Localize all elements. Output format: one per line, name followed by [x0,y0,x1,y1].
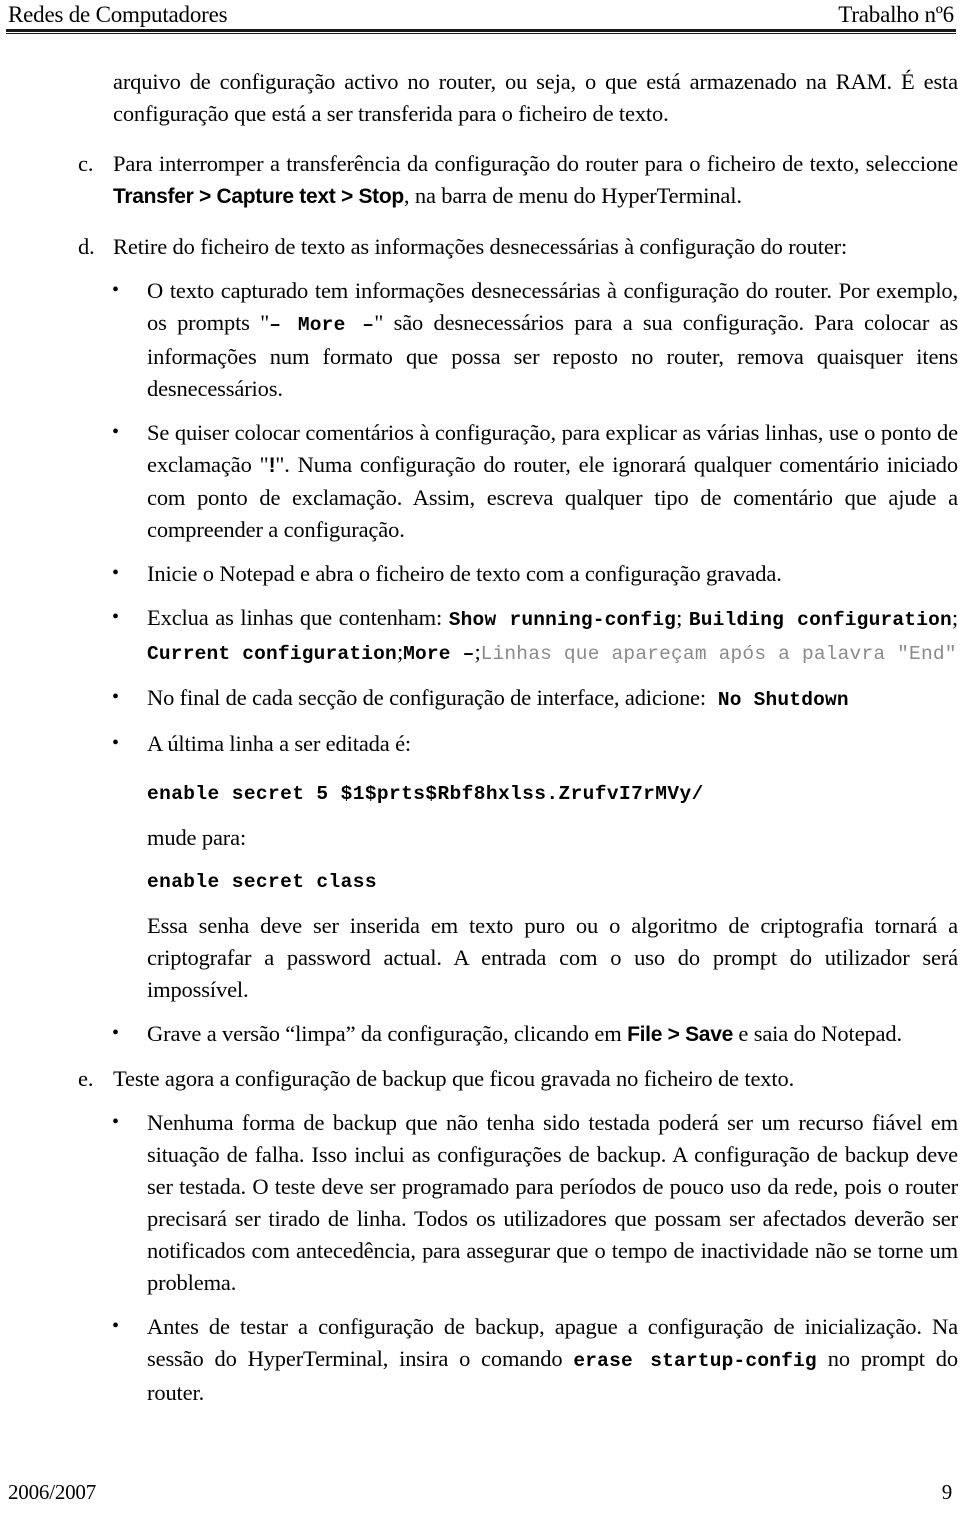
bullet-glyph-icon: • [112,421,119,443]
password-plaintext-note: Essa senha deve ser inserida em texto pu… [147,913,958,1002]
header-divider-rule [6,29,956,34]
document-page: Redes de Computadores Trabalho nº6 arqui… [0,0,960,1517]
bullet-glyph-icon: • [112,606,119,628]
page-footer: 2006/2007 9 [8,1480,952,1505]
menu-path-file-save: File > Save [627,1023,733,1046]
bullet-8-text: Nenhuma forma de backup que não tenha si… [147,1110,958,1295]
bullet-7-part1: Grave a versão “limpa” da configuração, … [147,1021,628,1046]
document-body: arquivo de configuração activo no router… [0,66,960,1409]
code-lines-after-end: Linhas que apareçam após a palavra "End" [480,643,957,665]
bullet-glyph-icon: • [112,1022,119,1044]
bullet-item-save-clean-version: • Grave a versão “limpa” da configuração,… [0,1018,960,1051]
bullet-glyph-icon: • [112,1315,119,1337]
list-item-d: d. Retire do ficheiro de texto as informa… [0,231,960,263]
bullet-item-backup-testing: • Nenhuma forma de backup que não tenha s… [0,1107,960,1299]
bullet-glyph-icon: • [112,732,119,754]
bullet-4-sep-1: ; [676,605,689,630]
bullet-glyph-icon: • [112,686,119,708]
page-header: Redes de Computadores Trabalho nº6 [8,2,954,32]
item-d-text: Retire do ficheiro de texto as informaçõ… [113,234,848,259]
continuation-paragraph: arquivo de configuração activo no router… [113,69,958,126]
bullet-item-comments: • Se quiser colocar comentários à configu… [0,417,960,546]
list-item-e: e. Teste agora a configuração de backup q… [0,1063,960,1095]
bullet-glyph-icon: • [112,1111,119,1133]
item-c-text-before: Para interromper a transferência da conf… [113,151,958,176]
bullet-4-sep-2: ; [951,605,959,630]
code-no-shutdown: No Shutdown [705,689,849,711]
code-enable-secret-hashed: enable secret 5 $1$prts$Rbf8hxlss.ZrufvI… [147,783,704,805]
code-erase-startup-config: erase startup-config [573,1350,817,1372]
bullet-item-last-line-edit: • A última linha a ser editada é: [0,728,960,760]
list-item-c: c. Para interromper a transferência da co… [0,148,960,213]
code-show-running-config: Show running-config [448,609,677,631]
footer-academic-year: 2006/2007 [8,1480,97,1504]
change-to-label: mude para: [147,825,247,850]
bullet-4-lead: Exclua as linhas que contenham: [147,605,449,630]
item-e-text: Teste agora a configuração de backup que… [113,1066,795,1091]
code-enable-secret-class: enable secret class [147,871,377,893]
bullet-glyph-icon: • [112,562,119,584]
bullet-item-no-shutdown: • No final de cada secção de configuração… [0,682,960,716]
bullet-item-remove-unneeded: • O texto capturado tem informações desne… [0,275,960,405]
bullet-glyph-icon: • [112,279,119,301]
code-more-dash: More – [403,643,475,665]
code-current-configuration: Current configuration [147,643,397,665]
bullet-7-part2: e saia do Notepad. [732,1021,902,1046]
list-marker-e: e. [78,1066,94,1091]
header-assignment-title: Trabalho nº6 [838,2,954,27]
header-course-title: Redes de Computadores [8,2,228,27]
list-marker-d: d. [78,234,95,259]
footer-page-number: 9 [941,1480,953,1504]
list-marker-c: c. [78,151,94,176]
bullet-5-lead: No final de cada secção de configuração … [147,685,706,710]
code-building-configuration: Building configuration [688,609,952,631]
bullet-3-text: Inicie o Notepad e abra o ficheiro de te… [147,561,782,586]
bullet-item-erase-startup-config: • Antes de testar a configuração de backu… [0,1311,960,1409]
bullet-6-lead: A última linha a ser editada é: [147,731,412,756]
bullet-item-open-notepad: • Inicie o Notepad e abra o ficheiro de t… [0,558,960,590]
code-more-prompt: – More – [269,314,375,336]
menu-path-transfer-capture-stop: Transfer > Capture text > Stop [113,185,404,208]
item-c-text-after: , na barra de menu do HyperTerminal. [403,183,742,208]
bullet-item-exclude-lines: • Exclua as linhas que contenham: Show ru… [0,602,960,670]
